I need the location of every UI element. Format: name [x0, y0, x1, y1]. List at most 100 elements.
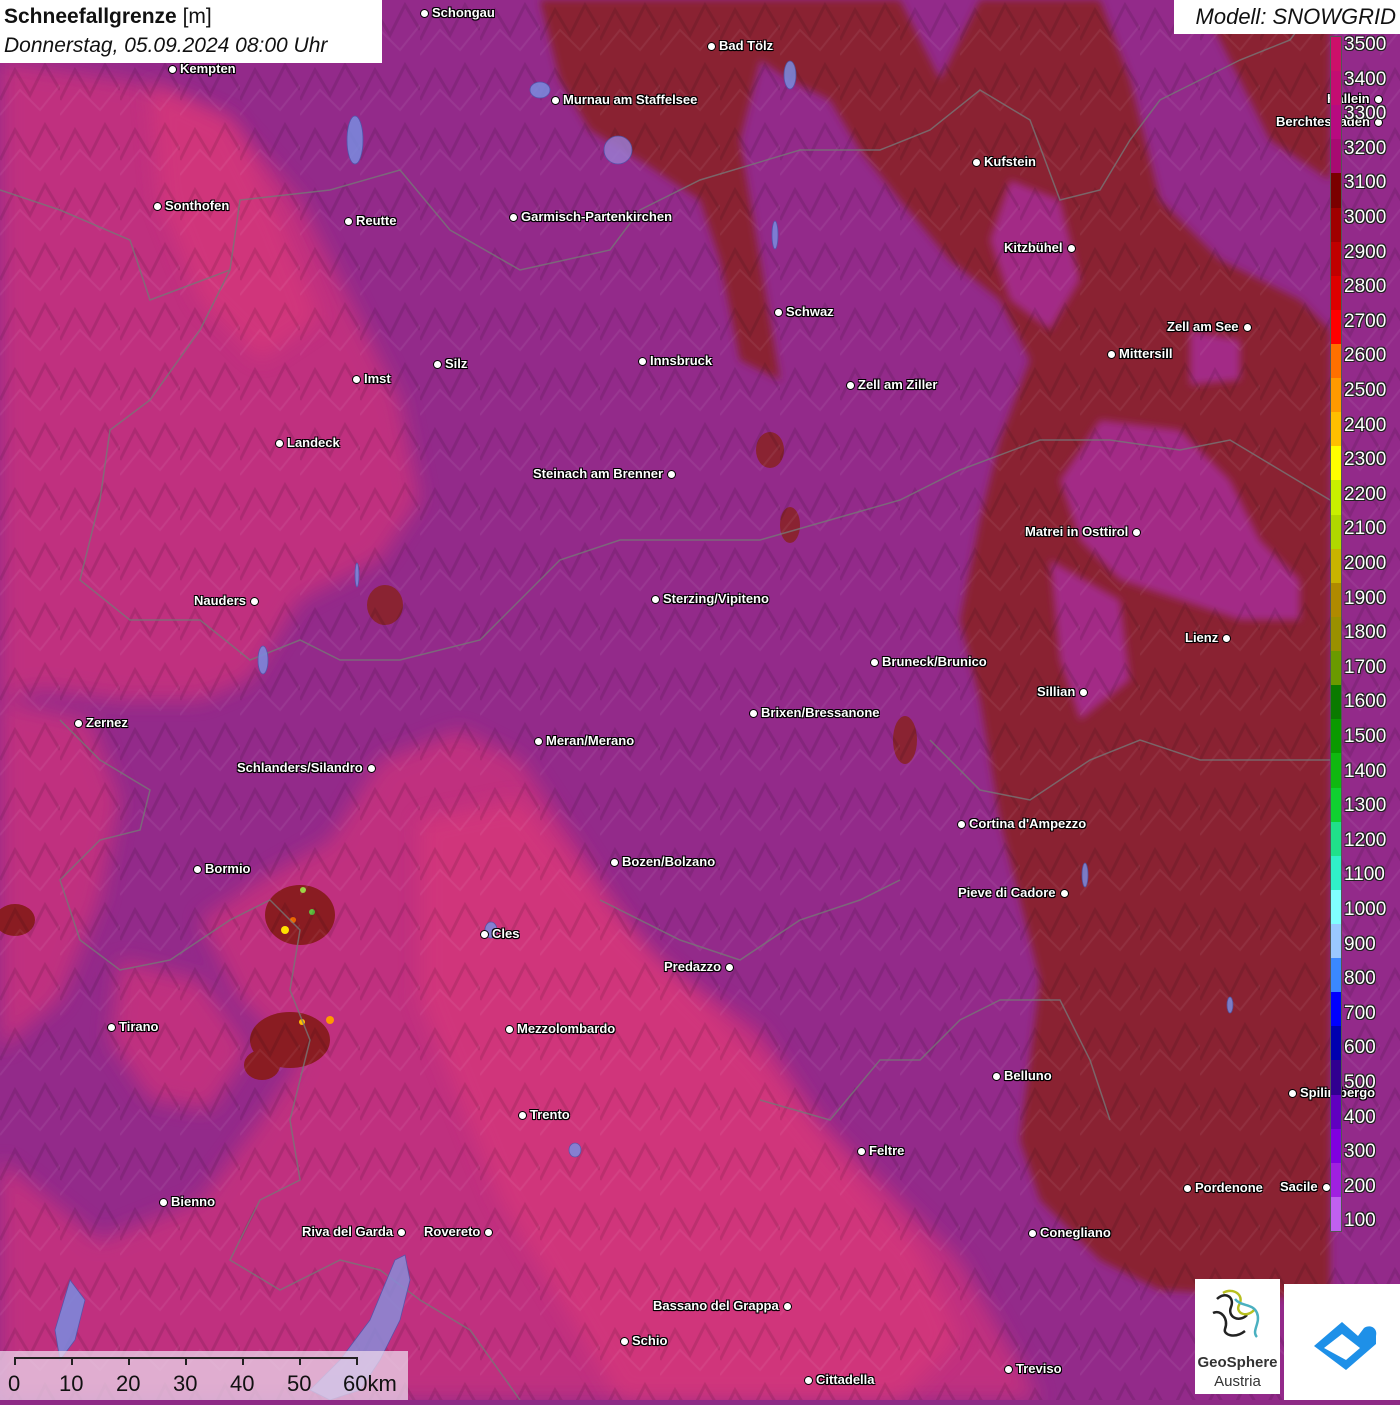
city-marker[interactable]: [845, 380, 855, 390]
city-marker[interactable]: [1106, 349, 1116, 359]
scale-tick: [14, 1357, 16, 1365]
city-marker[interactable]: [1003, 1364, 1013, 1374]
legend-swatch: [1331, 446, 1341, 481]
city-marker[interactable]: [637, 356, 647, 366]
legend-label: 1800: [1344, 622, 1387, 644]
legend-label: 1000: [1344, 899, 1387, 920]
city-label: Lienz: [1185, 630, 1219, 645]
city-marker[interactable]: [1182, 1183, 1192, 1193]
city-marker[interactable]: [396, 1227, 406, 1237]
city-label: Bormio: [205, 861, 251, 876]
city-label: Tirano: [119, 1019, 159, 1034]
warning-app-logo[interactable]: [1284, 1284, 1400, 1400]
city-label: Steinach am Brenner: [533, 466, 664, 481]
city-marker[interactable]: [508, 212, 518, 222]
scale-label: 20: [116, 1371, 141, 1396]
city-marker[interactable]: [504, 1024, 514, 1034]
legend-label: 1400: [1344, 760, 1387, 782]
legend-swatch: [1331, 889, 1341, 925]
legend-label: 700: [1344, 1002, 1376, 1024]
city-marker[interactable]: [249, 596, 259, 606]
city-marker[interactable]: [956, 819, 966, 829]
city-marker[interactable]: [748, 708, 758, 718]
city-marker[interactable]: [1131, 527, 1141, 537]
legend-label: 3100: [1344, 172, 1387, 194]
city-label: Belluno: [1004, 1068, 1052, 1083]
legend-swatch: [1331, 309, 1341, 345]
city-marker[interactable]: [550, 95, 560, 105]
city-label: Cittadella: [816, 1372, 875, 1387]
city-marker[interactable]: [158, 1197, 168, 1207]
city-marker[interactable]: [1242, 322, 1252, 332]
geosphere-logo[interactable]: GeoSphere Austria: [1195, 1279, 1280, 1394]
city-marker[interactable]: [773, 307, 783, 317]
city-marker[interactable]: [351, 374, 361, 384]
legend-swatch: [1331, 275, 1341, 311]
city-label: Pieve di Cadore: [958, 885, 1056, 900]
legend-swatch: [1331, 1094, 1341, 1130]
legend-label: 1300: [1344, 795, 1387, 817]
city-marker[interactable]: [533, 736, 543, 746]
city-marker[interactable]: [366, 763, 376, 773]
city-label: Bozen/Bolzano: [622, 854, 716, 869]
city-marker[interactable]: [991, 1071, 1001, 1081]
legend-label: 200: [1344, 1175, 1376, 1197]
city-marker[interactable]: [856, 1146, 866, 1156]
city-marker[interactable]: [869, 657, 879, 667]
geosphere-subtitle: Austria: [1214, 1373, 1261, 1390]
city-label: Cortina d'Ampezzo: [969, 816, 1087, 831]
legend-label: 1900: [1344, 587, 1387, 609]
city-marker[interactable]: [167, 64, 177, 74]
scale-tick: [185, 1357, 187, 1365]
legend-label: 500: [1344, 1072, 1376, 1093]
city-marker[interactable]: [1066, 243, 1076, 253]
city-label: Feltre: [869, 1143, 905, 1158]
city-marker[interactable]: [483, 1227, 493, 1237]
city-marker[interactable]: [619, 1336, 629, 1346]
city-marker[interactable]: [1027, 1228, 1037, 1238]
city-marker[interactable]: [724, 962, 734, 972]
legend-swatch: [1331, 923, 1341, 959]
city-label: Sacile: [1280, 1179, 1318, 1194]
city-marker[interactable]: [1221, 633, 1231, 643]
city-marker[interactable]: [274, 438, 284, 448]
legend-swatch: [1331, 651, 1341, 686]
city-marker[interactable]: [666, 469, 676, 479]
color-legend-bar: [1330, 36, 1342, 1232]
city-marker[interactable]: [650, 594, 660, 604]
city-label: Matrei in Osttirol: [1025, 524, 1129, 539]
legend-swatch: [1331, 105, 1341, 140]
city-marker[interactable]: [971, 157, 981, 167]
city-label: Zell am Ziller: [858, 377, 938, 392]
city-label: Zernez: [86, 715, 128, 730]
legend-swatch: [1331, 173, 1341, 209]
city-marker[interactable]: [152, 201, 162, 211]
city-marker[interactable]: [73, 718, 83, 728]
city-marker[interactable]: [1059, 888, 1069, 898]
legend-label: 2900: [1344, 241, 1387, 263]
city-marker[interactable]: [432, 359, 442, 369]
legend-swatch: [1331, 787, 1341, 823]
city-marker[interactable]: [1287, 1088, 1297, 1098]
scale-label: 50: [287, 1371, 312, 1396]
city-marker[interactable]: [106, 1022, 116, 1032]
city-marker[interactable]: [517, 1110, 527, 1120]
scale-label: 0: [8, 1371, 21, 1396]
city-marker[interactable]: [343, 216, 353, 226]
geosphere-emblem-icon: [1212, 1289, 1260, 1338]
city-marker[interactable]: [782, 1301, 792, 1311]
city-marker[interactable]: [609, 857, 619, 867]
city-marker[interactable]: [706, 41, 716, 51]
city-marker[interactable]: [1078, 687, 1088, 697]
legend-swatch: [1331, 548, 1341, 584]
legend-swatch: [1331, 685, 1341, 720]
city-label: Garmisch-Partenkirchen: [521, 209, 673, 224]
city-marker[interactable]: [1373, 94, 1383, 104]
city-marker[interactable]: [192, 864, 202, 874]
city-marker[interactable]: [419, 8, 429, 18]
city-marker[interactable]: [479, 929, 489, 939]
city-label: Schwaz: [786, 304, 834, 319]
scale-tick: [71, 1357, 73, 1365]
city-marker[interactable]: [803, 1375, 813, 1385]
city-label: Sillian: [1037, 684, 1076, 699]
